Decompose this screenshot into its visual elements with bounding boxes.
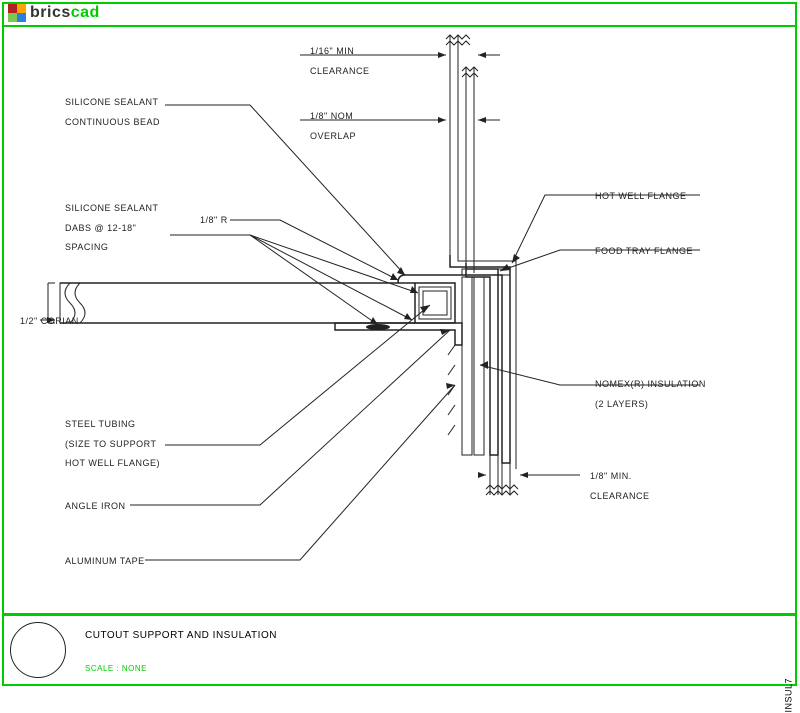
label-clearance-top: 1/16" MIN CLEARANCE [310,45,370,78]
label-overlap: 1/8" NOM OVERLAP [310,110,356,143]
detail-bubble [10,622,66,678]
label-aluminum-tape: ALUMINUM TAPE [65,555,145,569]
corian-slab [60,283,415,323]
label-corian: 1/2" CORIAN [20,315,79,329]
label-silicone-bead: SILICONE SEALANT CONTINUOUS BEAD [65,96,160,129]
label-food-tray: FOOD TRAY FLANGE [595,245,693,259]
label-hot-well: HOT WELL FLANGE [595,190,687,204]
title-block-frame [2,614,797,686]
app-logo: bricscad [8,4,100,22]
label-clearance-bot: 1/8" MIN. CLEARANCE [590,470,650,503]
label-radius: 1/8" R [200,214,228,228]
drawing-code: INSUL7 [784,678,794,713]
label-nomex: NOMEX(R) INSULATION (2 LAYERS) [595,378,706,411]
label-silicone-dabs: SILICONE SEALANT DABS @ 12-18" SPACING [65,202,159,255]
drawing-title: CUTOUT SUPPORT AND INSULATION [85,630,277,641]
logo-icon [8,4,26,22]
label-angle-iron: ANGLE IRON [65,500,126,514]
label-steel-tubing: STEEL TUBING (SIZE TO SUPPORT HOT WELL F… [65,418,160,471]
drawing-scale: SCALE : NONE [85,664,147,673]
logo-text: bricscad [30,4,100,22]
